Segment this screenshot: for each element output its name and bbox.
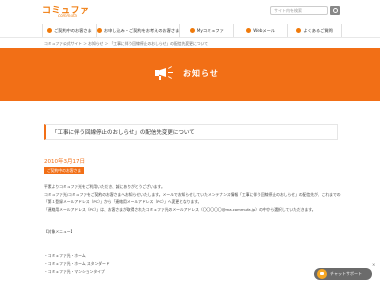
chat-support-button[interactable]: チャットサポート <box>314 268 372 280</box>
person-icon <box>47 28 53 33</box>
article-paragraph: 「連絡用メールアドレス（PC）」は、お客さまが取得されたコミュファ光のメールアド… <box>44 207 316 213</box>
list-item: ・コミュファ光・ホーム スタンダード <box>44 261 110 266</box>
mail-icon <box>246 28 252 33</box>
page-banner: お知らせ <box>0 48 380 101</box>
page-title: お知らせ <box>183 68 219 78</box>
question-icon <box>296 28 302 33</box>
nav-item-label: Webメール <box>253 27 275 33</box>
article-paragraph: 平素よりコミュファ光をご利用いただき、誠にありがとうございます。 <box>44 184 165 189</box>
article-date: 2010年3月17日 <box>44 159 85 165</box>
breadcrumb[interactable]: コミュファ公式サイト ＞ お知らせ ＞ 「工事に伴う回線停止のおしらせ」の配信先… <box>44 41 208 47</box>
article-paragraph: コミュファ光/コミュファをご契約のお客さまへお知らせいたします。メールでお知らせ… <box>44 192 341 204</box>
banner-content: お知らせ <box>155 65 219 81</box>
nav-item-label: よくあるご質問 <box>303 27 333 33</box>
nav-item-my-commufa[interactable]: Myコミュファ <box>180 24 235 37</box>
article-body: 平素よりコミュファ光をご利用いただき、誠にありがとうございます。 コミュファ光/… <box>44 184 344 216</box>
nav-item-faq[interactable]: よくあるご質問 <box>288 24 343 37</box>
nav-item-label: ご契約中のお客さま <box>54 27 92 33</box>
chat-support-label: チャットサポート <box>330 271 362 276</box>
list-item: ・コミュファ光・マンションタイプ <box>44 269 105 274</box>
heart-icon <box>189 28 195 33</box>
nav-item-current-customers[interactable]: ご契約中のお客さま <box>42 24 97 37</box>
nav-divider <box>0 37 380 38</box>
nav-item-new-customers[interactable]: お申し込み・ご契約をお考えのお客さま <box>96 24 181 37</box>
close-icon[interactable]: × <box>372 262 377 267</box>
chat-icon <box>317 269 327 279</box>
target-menu-heading: 【対象メニュー】 <box>44 229 75 234</box>
global-nav: ご契約中のお客さま お申し込み・ご契約をお考えのお客さま Myコミュファ Web… <box>42 24 343 37</box>
nav-item-webmail[interactable]: Webメール <box>234 24 289 37</box>
site-logo-sub: commufa <box>58 13 77 18</box>
list-item: ・コミュファ光・ホーム <box>44 253 86 258</box>
site-header: コミュファ commufa サイト内を検索 <box>0 0 380 22</box>
category-tag: ご契約中のお客さま <box>44 167 85 174</box>
nav-item-label: Myコミュファ <box>196 27 224 33</box>
person-icon <box>96 28 102 33</box>
megaphone-icon <box>155 65 175 81</box>
search-input[interactable]: サイト内を検索 <box>270 6 328 15</box>
article-title: 「工事に伴う回線停止のおしらせ」の配信先変更について <box>44 124 338 140</box>
search-icon[interactable] <box>330 6 340 15</box>
target-menu-list: ・コミュファ光・ホーム ・コミュファ光・ホーム スタンダード ・コミュファ光・マ… <box>44 252 110 276</box>
nav-item-label: お申し込み・ご契約をお考えのお客さま <box>103 27 180 33</box>
